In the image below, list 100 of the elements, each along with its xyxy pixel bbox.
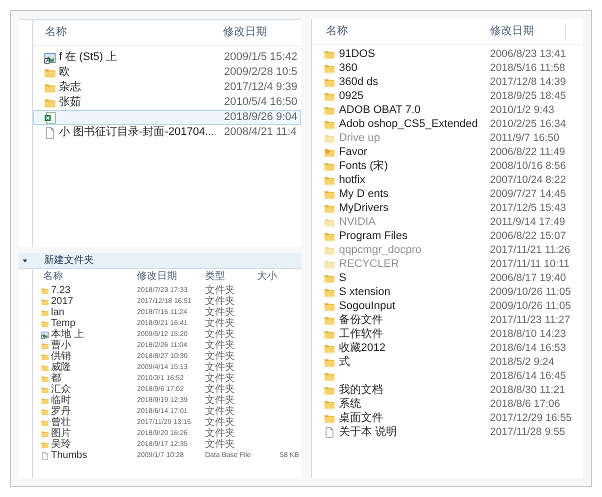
- folder-icon: [41, 408, 49, 416]
- file-row[interactable]: 2018/9/26 9:04: [33, 110, 301, 125]
- modified-date: 2017/12/29 16:55: [489, 412, 572, 424]
- new-folder-button[interactable]: 新建文件夹: [44, 256, 94, 266]
- file-type: 文件夹: [205, 330, 236, 340]
- folder-icon: [41, 308, 49, 316]
- file-name: 临时: [51, 396, 71, 406]
- modified-date: 2006/8/22 15:07: [489, 230, 566, 242]
- column-header[interactable]: 名称: [312, 23, 488, 40]
- folder-icon: [324, 62, 335, 74]
- file-name: 式: [339, 356, 350, 368]
- file-type: 文件夹: [205, 352, 236, 362]
- file-type: 文件夹: [205, 418, 236, 428]
- file-name: 吴玲: [51, 440, 71, 450]
- file-row[interactable]: 杂志 2017/12/4 9:39: [33, 80, 301, 95]
- star-folder-icon: [324, 146, 335, 158]
- folder-icon: [324, 160, 335, 172]
- spreadsheet-icon: [44, 112, 56, 124]
- folder-icon: [324, 174, 335, 186]
- folder-icon: [324, 90, 335, 102]
- folder-icon: [324, 300, 335, 312]
- modified-date: 2009/10/26 11:05: [489, 300, 571, 312]
- file-type: 文件夹: [205, 318, 236, 328]
- file-name: 张茹: [59, 95, 81, 110]
- file-name: 360: [339, 62, 358, 74]
- file-row[interactable]: 欧 2009/2/28 10:5: [33, 65, 301, 80]
- shortcut-icon: [41, 330, 49, 338]
- folder-icon: [41, 352, 49, 360]
- folder-icon: [324, 384, 335, 396]
- file-name: 小 图书征订目录-封面-201704...: [59, 125, 214, 140]
- folder-icon: [324, 132, 335, 144]
- file-name: Drive up: [339, 132, 380, 144]
- folder-icon: [324, 188, 335, 200]
- modified-date: 2008/4/21 11:4: [223, 125, 297, 140]
- modified-date: 2017/12/8 14:39: [489, 76, 566, 88]
- file-name: 工作软件: [339, 328, 383, 340]
- file-row[interactable]: 小 图书征订目录-封面-201704... 2008/4/21 11:4: [33, 125, 301, 140]
- column-header[interactable]: 大小: [257, 272, 301, 282]
- folder-icon: [41, 440, 49, 448]
- file-type: 文件夹: [205, 384, 236, 394]
- file-name: lan: [51, 308, 64, 318]
- file-type: 文件夹: [205, 374, 236, 384]
- file-type: 文件夹: [205, 406, 236, 416]
- file-name: My D ents: [339, 188, 389, 200]
- folder-icon: [324, 48, 335, 60]
- file-name: RECYCLER: [339, 258, 399, 270]
- caret-icon: [22, 258, 28, 264]
- column-header[interactable]: 修改日期: [488, 23, 566, 40]
- modified-date: 2009/2/28 10:5: [223, 65, 298, 80]
- folder-icon: [324, 314, 335, 326]
- file-row[interactable]: 张茹 2010/5/4 16:50: [33, 95, 301, 110]
- folder-icon: [324, 272, 335, 284]
- file-name: 7.23: [51, 286, 70, 296]
- document-icon: [324, 426, 335, 438]
- folder-icon: [41, 342, 49, 350]
- modified-date: 2018/6/14 16:53: [489, 342, 566, 354]
- file-name: SogouInput: [339, 300, 396, 312]
- file-name: 罗丹: [51, 406, 71, 416]
- modified-date: 2009/7/27 14:45: [489, 188, 566, 200]
- modified-date: 2018/9/25 18:45: [489, 90, 566, 102]
- file-name: f 在 (St5) 上: [59, 50, 118, 66]
- folder-icon: [41, 430, 49, 438]
- file-name: S: [339, 272, 346, 284]
- folder-icon: [44, 96, 56, 108]
- file-name: hotfix: [339, 174, 366, 186]
- folder-icon: [324, 76, 335, 88]
- file-type: 文件夹: [205, 396, 236, 406]
- column-header[interactable]: 名称: [33, 24, 219, 41]
- file-type: 文件夹: [205, 440, 236, 450]
- file-type: 文件夹: [205, 286, 236, 296]
- folder-icon: [44, 66, 56, 78]
- folder-icon: [324, 118, 335, 130]
- modified-date: 2018/5/2 9:24: [489, 356, 554, 368]
- column-header[interactable]: 修改日期: [137, 272, 205, 282]
- file-name: 系统: [339, 398, 361, 410]
- file-name: 欧: [59, 65, 70, 80]
- file-name: 本地 上: [51, 330, 84, 340]
- file-name: 曾壮: [51, 418, 71, 428]
- file-name: 收藏2012: [339, 342, 386, 354]
- file-name: 我的文档: [339, 384, 383, 396]
- folder-icon: [41, 374, 49, 382]
- modified-date: 2018/8/10 14:23: [489, 328, 566, 340]
- modified-date: 2018/9/26 9:04: [223, 110, 298, 126]
- file-name: 91DOS: [339, 48, 376, 60]
- file-name: 0925: [339, 90, 364, 102]
- file-name: 汇众: [51, 384, 71, 394]
- column-header[interactable]: 修改日期: [219, 24, 267, 41]
- folder-icon: [41, 386, 49, 394]
- column-header[interactable]: 名称: [33, 272, 137, 282]
- modified-date: 2017/11/23 11:27: [489, 314, 570, 326]
- folder-icon: [41, 364, 49, 372]
- file-name: 威隆: [51, 362, 71, 372]
- document-icon: [44, 126, 56, 138]
- column-header[interactable]: 类型: [205, 272, 257, 282]
- file-name: 杂志: [59, 80, 81, 96]
- file-row[interactable]: f 在 (St5) 上 2009/1/5 15:42: [33, 50, 301, 65]
- file-name: 备份文件: [339, 314, 383, 326]
- modified-date: 2010/1/2 9:43: [489, 104, 554, 116]
- modified-date: 2010/5/4 16:50: [223, 95, 298, 110]
- file-name: 关于本 说明: [339, 426, 398, 438]
